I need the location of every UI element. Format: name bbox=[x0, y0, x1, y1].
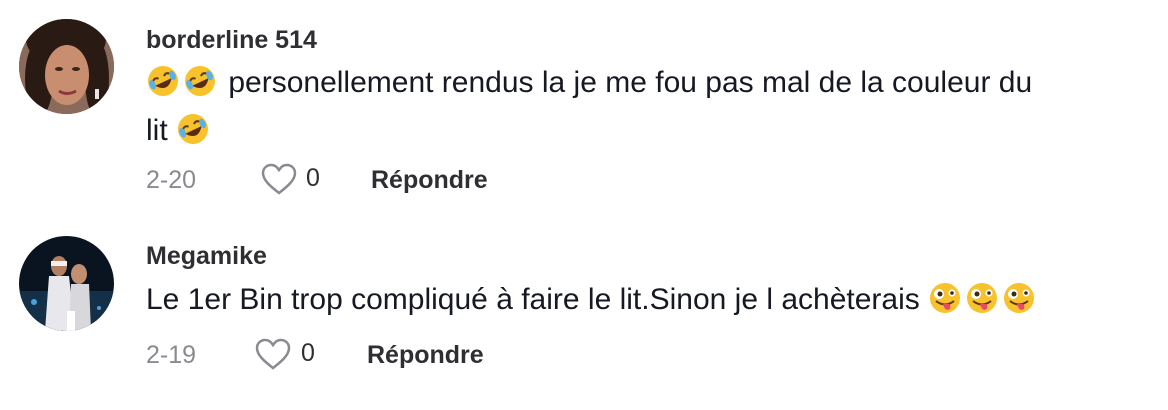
avatar-image bbox=[19, 236, 114, 331]
rolling-on-floor-laughing-icon bbox=[146, 64, 180, 98]
username[interactable]: borderline 514 bbox=[146, 26, 317, 55]
comment-text-line1: Le 1er Bin trop compliqué à faire le lit… bbox=[146, 283, 920, 316]
heart-icon bbox=[255, 338, 291, 370]
heart-icon bbox=[261, 163, 297, 195]
zany-face-icon bbox=[928, 281, 962, 315]
avatar-image bbox=[19, 19, 114, 114]
zany-face-icon bbox=[965, 281, 999, 315]
rolling-on-floor-laughing-icon bbox=[183, 64, 217, 98]
username[interactable]: Megamike bbox=[146, 242, 267, 271]
avatar[interactable] bbox=[19, 19, 114, 114]
rolling-on-floor-laughing-icon bbox=[176, 112, 210, 146]
comment-text: personellement rendus la je me fou pas m… bbox=[146, 59, 1146, 155]
like-button[interactable] bbox=[260, 162, 298, 196]
reply-button[interactable]: Répondre bbox=[367, 341, 484, 370]
comment-text: Le 1er Bin trop compliqué à faire le lit… bbox=[146, 276, 1146, 324]
like-button[interactable] bbox=[254, 337, 292, 371]
reply-button[interactable]: Répondre bbox=[371, 166, 488, 195]
comment-text-line2: lit bbox=[146, 114, 168, 147]
like-count: 0 bbox=[306, 164, 320, 192]
zany-face-icon bbox=[1002, 281, 1036, 315]
like-count: 0 bbox=[301, 339, 315, 367]
comment-text-line1: personellement rendus la je me fou pas m… bbox=[228, 66, 1033, 99]
comment-date: 2-20 bbox=[146, 166, 197, 194]
avatar[interactable] bbox=[19, 236, 114, 331]
comment-date: 2-19 bbox=[146, 341, 197, 369]
